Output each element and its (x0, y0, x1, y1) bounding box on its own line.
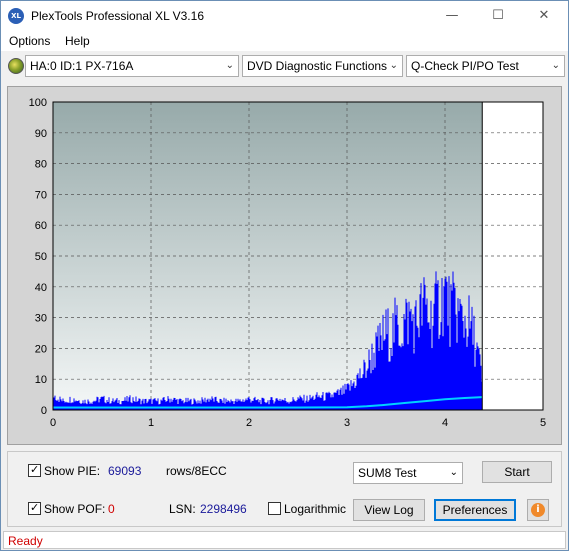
info-icon: i (531, 503, 545, 517)
menu-bar: Options Help (1, 31, 568, 52)
status-text: Ready (8, 534, 43, 548)
status-bar: Ready (3, 531, 566, 549)
view-log-button[interactable]: View Log (353, 499, 425, 521)
logarithmic-label: Logarithmic (284, 502, 347, 516)
x-tick-label: 0 (50, 417, 56, 429)
y-tick-label: 10 (35, 374, 47, 386)
info-button[interactable]: i (527, 499, 549, 521)
menu-options[interactable]: Options (9, 34, 50, 48)
show-pof-label: Show POF: (44, 502, 106, 516)
y-tick-label: 40 (35, 282, 47, 294)
toolbar: HA:0 ID:1 PX-716A ⌄ DVD Diagnostic Funct… (1, 53, 568, 81)
test-select[interactable]: Q-Check PI/PO Test ⌄ (406, 55, 565, 77)
lsn-value: 2298496 (200, 502, 247, 516)
show-pof-checkbox[interactable]: ✓ (28, 501, 41, 515)
drive-select[interactable]: HA:0 ID:1 PX-716A ⌄ (25, 55, 239, 77)
test-mode-value: SUM8 Test (358, 466, 417, 480)
drive-icon (8, 58, 24, 74)
checkmark-icon: ✓ (30, 501, 40, 514)
x-tick-label: 4 (442, 417, 448, 429)
pi-po-chart: 0 10 20 30 40 50 60 70 80 90 100 0 1 2 3 4 5 (29, 97, 546, 429)
x-tick-label: 1 (148, 417, 154, 429)
app-window: XL PlexTools Professional XL V3.16 — ☐ ✕… (0, 0, 569, 551)
chevron-down-icon: ⌄ (225, 60, 234, 71)
test-mode-select[interactable]: SUM8 Test ⌄ (353, 462, 463, 484)
y-tick-label: 0 (41, 405, 47, 417)
pof-value: 0 (108, 502, 115, 516)
y-tick-label: 50 (35, 251, 47, 263)
x-tick-label: 2 (246, 417, 252, 429)
y-tick-label: 80 (35, 159, 47, 171)
preferences-button[interactable]: Preferences (434, 499, 516, 521)
menu-help[interactable]: Help (65, 34, 90, 48)
window-title: PlexTools Professional XL V3.16 (31, 9, 204, 23)
chevron-down-icon: ⌄ (389, 60, 398, 71)
maximize-button[interactable]: ☐ (475, 1, 521, 31)
plextools-logo-icon: XL (8, 8, 24, 24)
x-tick-label: 3 (344, 417, 350, 429)
y-tick-label: 70 (35, 189, 47, 201)
y-tick-label: 100 (29, 97, 47, 109)
chevron-down-icon: ⌄ (551, 60, 560, 71)
y-tick-label: 20 (35, 343, 47, 355)
logarithmic-checkbox[interactable] (268, 502, 281, 515)
checkmark-icon: ✓ (30, 463, 40, 476)
chevron-down-icon: ⌄ (449, 467, 458, 478)
pie-unit: rows/8ECC (166, 464, 227, 478)
show-pie-label: Show PIE: (44, 464, 101, 478)
title-bar: XL PlexTools Professional XL V3.16 — ☐ ✕ (1, 1, 568, 31)
test-select-value: Q-Check PI/PO Test (411, 59, 519, 73)
function-select-value: DVD Diagnostic Functions (247, 59, 388, 73)
chart-panel: 0 10 20 30 40 50 60 70 80 90 100 0 1 2 3 4 5 (7, 86, 562, 445)
y-tick-label: 90 (35, 128, 47, 140)
close-button[interactable]: ✕ (521, 1, 567, 31)
x-tick-label: 5 (540, 417, 546, 429)
start-button[interactable]: Start (482, 461, 552, 483)
lsn-label: LSN: (169, 502, 196, 516)
y-tick-label: 30 (35, 313, 47, 325)
pie-value: 69093 (108, 464, 142, 478)
controls-panel: ✓ Show PIE: 69093 rows/8ECC SUM8 Test ⌄ … (7, 451, 562, 527)
minimize-button[interactable]: — (429, 1, 475, 31)
show-pie-checkbox[interactable]: ✓ (28, 463, 41, 477)
drive-select-value: HA:0 ID:1 PX-716A (30, 59, 134, 73)
y-tick-label: 60 (35, 220, 47, 232)
function-select[interactable]: DVD Diagnostic Functions ⌄ (242, 55, 403, 77)
